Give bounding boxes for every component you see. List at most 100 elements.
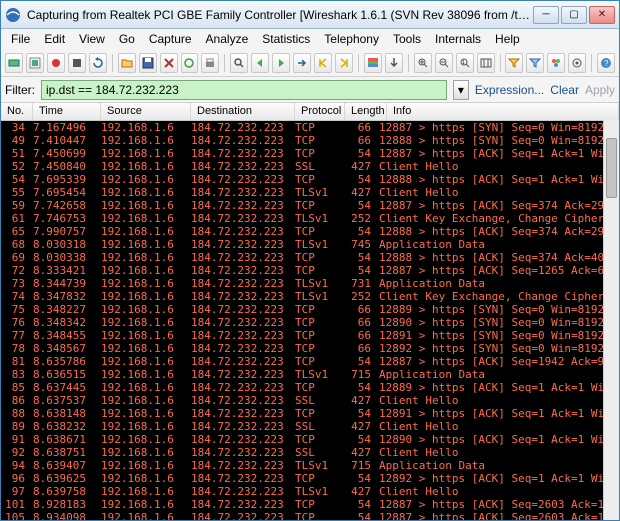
clear-link[interactable]: Clear	[550, 83, 579, 97]
cell-destination: 184.72.232.223	[187, 342, 291, 355]
menu-internals[interactable]: Internals	[429, 30, 487, 48]
close-button[interactable]: ✕	[589, 6, 615, 24]
packet-row[interactable]: 557.695454192.168.1.6184.72.232.223TLSv1…	[1, 186, 619, 199]
cell-length: 54	[341, 199, 375, 212]
apply-link[interactable]: Apply	[585, 83, 615, 97]
packet-row[interactable]: 597.742658192.168.1.6184.72.232.223TCP54…	[1, 199, 619, 212]
zoom-normal-button[interactable]: 1	[456, 53, 474, 73]
packet-row[interactable]: 758.348227192.168.1.6184.72.232.223TCP66…	[1, 303, 619, 316]
menu-file[interactable]: File	[5, 30, 36, 48]
restart-capture-button[interactable]	[89, 53, 107, 73]
go-forward-button[interactable]	[272, 53, 290, 73]
packet-row[interactable]: 347.167496192.168.1.6184.72.232.223TCP66…	[1, 121, 619, 134]
cell-destination: 184.72.232.223	[187, 511, 291, 520]
cell-time: 8.347832	[29, 290, 97, 303]
packet-row[interactable]: 888.638148192.168.1.6184.72.232.223TCP54…	[1, 407, 619, 420]
open-button[interactable]	[118, 53, 136, 73]
packet-row[interactable]: 858.637445192.168.1.6184.72.232.223TCP54…	[1, 381, 619, 394]
colorize-button[interactable]	[364, 53, 382, 73]
packet-row[interactable]: 527.450840192.168.1.6184.72.232.223SSL42…	[1, 160, 619, 173]
display-filters-button[interactable]	[526, 53, 544, 73]
menu-view[interactable]: View	[73, 30, 111, 48]
menu-telephony[interactable]: Telephony	[318, 30, 385, 48]
go-first-button[interactable]	[314, 53, 332, 73]
toolbar-separator	[112, 54, 113, 72]
stop-capture-button[interactable]	[68, 53, 86, 73]
cell-destination: 184.72.232.223	[187, 433, 291, 446]
go-back-button[interactable]	[251, 53, 269, 73]
vertical-scrollbar[interactable]	[603, 120, 619, 520]
go-last-button[interactable]	[335, 53, 353, 73]
options-button[interactable]	[26, 53, 44, 73]
packet-row[interactable]: 688.030318192.168.1.6184.72.232.223TLSv1…	[1, 238, 619, 251]
packet-row[interactable]: 547.695339192.168.1.6184.72.232.223TCP54…	[1, 173, 619, 186]
expression-link[interactable]: Expression...	[475, 83, 544, 97]
cell-no: 75	[1, 303, 29, 316]
column-header-source[interactable]: Source	[101, 103, 191, 120]
packet-row[interactable]: 1058.934098192.168.1.6184.72.232.223TCP5…	[1, 511, 619, 520]
menu-capture[interactable]: Capture	[143, 30, 198, 48]
packet-row[interactable]: 778.348455192.168.1.6184.72.232.223TCP66…	[1, 329, 619, 342]
find-button[interactable]	[230, 53, 248, 73]
capture-filters-button[interactable]	[505, 53, 523, 73]
cell-length: 54	[341, 407, 375, 420]
packet-row[interactable]: 768.348342192.168.1.6184.72.232.223TCP66…	[1, 316, 619, 329]
help-button[interactable]: ?	[597, 53, 615, 73]
cell-info: 12887 > https [ACK] Seq=1942 Ack=95	[375, 355, 619, 368]
start-capture-button[interactable]	[47, 53, 65, 73]
column-header-time[interactable]: Time	[33, 103, 101, 120]
packet-list[interactable]: 347.167496192.168.1.6184.72.232.223TCP66…	[1, 121, 619, 520]
packet-row[interactable]: 497.410447192.168.1.6184.72.232.223TCP66…	[1, 134, 619, 147]
column-header-no[interactable]: No.	[1, 103, 33, 120]
packet-row[interactable]: 617.746753192.168.1.6184.72.232.223TLSv1…	[1, 212, 619, 225]
reload-button[interactable]	[181, 53, 199, 73]
interfaces-button[interactable]	[5, 53, 23, 73]
packet-row[interactable]: 898.638232192.168.1.6184.72.232.223SSL42…	[1, 420, 619, 433]
print-button[interactable]	[201, 53, 219, 73]
packet-row[interactable]: 1018.928183192.168.1.6184.72.232.223TCP5…	[1, 498, 619, 511]
menu-help[interactable]: Help	[489, 30, 526, 48]
menu-statistics[interactable]: Statistics	[256, 30, 316, 48]
menu-tools[interactable]: Tools	[387, 30, 427, 48]
scrollbar-thumb[interactable]	[606, 138, 617, 198]
filter-dropdown-button[interactable]: ▾	[453, 80, 469, 100]
column-header-length[interactable]: Length	[345, 103, 387, 120]
filter-input[interactable]	[41, 80, 447, 100]
column-header-destination[interactable]: Destination	[191, 103, 295, 120]
close-file-button[interactable]	[160, 53, 178, 73]
zoom-in-button[interactable]	[414, 53, 432, 73]
menu-go[interactable]: Go	[113, 30, 141, 48]
menu-analyze[interactable]: Analyze	[200, 30, 255, 48]
cell-no: 88	[1, 407, 29, 420]
packet-row[interactable]: 657.990757192.168.1.6184.72.232.223TCP54…	[1, 225, 619, 238]
cell-destination: 184.72.232.223	[187, 498, 291, 511]
save-button[interactable]	[139, 53, 157, 73]
column-header-protocol[interactable]: Protocol	[295, 103, 345, 120]
packet-row[interactable]: 748.347832192.168.1.6184.72.232.223TLSv1…	[1, 290, 619, 303]
cell-no: 65	[1, 225, 29, 238]
packet-row[interactable]: 818.635786192.168.1.6184.72.232.223TCP54…	[1, 355, 619, 368]
packet-row[interactable]: 728.333421192.168.1.6184.72.232.223TCP54…	[1, 264, 619, 277]
packet-row[interactable]: 738.344739192.168.1.6184.72.232.223TLSv1…	[1, 277, 619, 290]
minimize-button[interactable]: ─	[533, 6, 559, 24]
packet-row[interactable]: 968.639625192.168.1.6184.72.232.223TCP54…	[1, 472, 619, 485]
packet-row[interactable]: 838.636515192.168.1.6184.72.232.223TLSv1…	[1, 368, 619, 381]
column-header-info[interactable]: Info	[387, 103, 619, 120]
maximize-button[interactable]: ▢	[561, 6, 587, 24]
packet-row[interactable]: 868.637537192.168.1.6184.72.232.223SSL42…	[1, 394, 619, 407]
autoscroll-button[interactable]	[385, 53, 403, 73]
packet-row[interactable]: 918.638671192.168.1.6184.72.232.223TCP54…	[1, 433, 619, 446]
packet-row[interactable]: 978.639758192.168.1.6184.72.232.223TLSv1…	[1, 485, 619, 498]
packet-row[interactable]: 928.638751192.168.1.6184.72.232.223SSL42…	[1, 446, 619, 459]
titlebar[interactable]: Capturing from Realtek PCI GBE Family Co…	[1, 1, 619, 29]
packet-row[interactable]: 948.639407192.168.1.6184.72.232.223TLSv1…	[1, 459, 619, 472]
menu-edit[interactable]: Edit	[38, 30, 71, 48]
preferences-button[interactable]	[568, 53, 586, 73]
packet-row[interactable]: 788.348567192.168.1.6184.72.232.223TCP66…	[1, 342, 619, 355]
zoom-out-button[interactable]	[435, 53, 453, 73]
resize-columns-button[interactable]	[477, 53, 495, 73]
coloring-rules-button[interactable]	[547, 53, 565, 73]
go-to-button[interactable]	[293, 53, 311, 73]
packet-row[interactable]: 517.450699192.168.1.6184.72.232.223TCP54…	[1, 147, 619, 160]
packet-row[interactable]: 698.030338192.168.1.6184.72.232.223TCP54…	[1, 251, 619, 264]
